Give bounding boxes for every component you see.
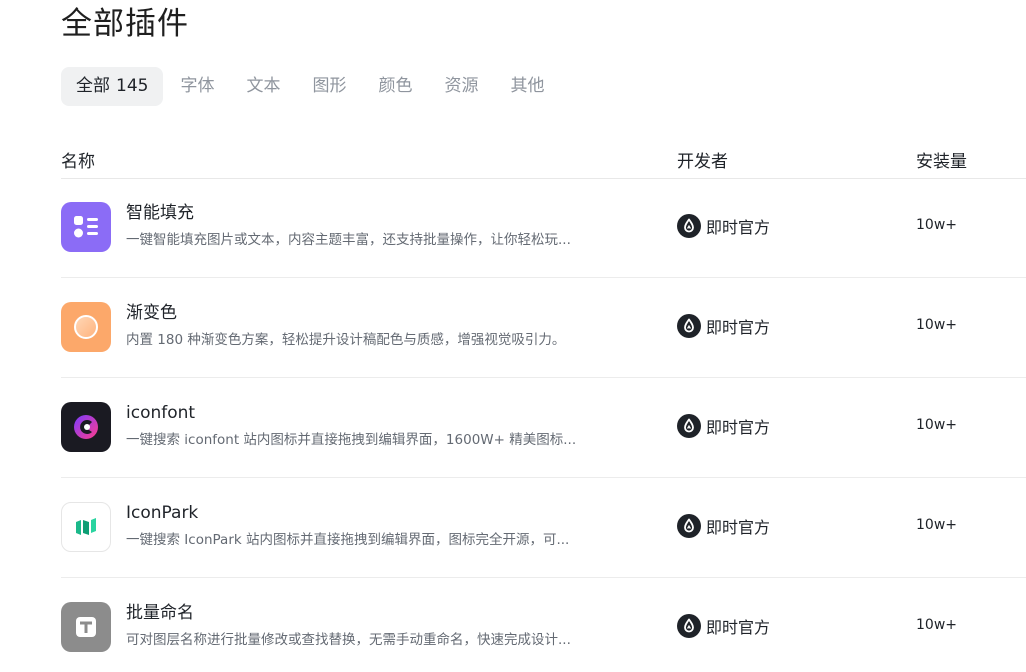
plugin-description: 可对图层名称进行批量修改或查找替换，无需手动重命名，快速完成设计... [126,632,571,648]
column-header-name: 名称 [61,152,95,172]
iconfont-icon [61,402,111,452]
smart-fill-icon [61,202,111,252]
tab-fonts[interactable]: 字体 [180,67,214,106]
category-tabs: 全部 145 字体 文本 图形 颜色 资源 其他 [61,67,576,106]
tab-text[interactable]: 文本 [246,67,280,106]
developer: 即时官方 [677,614,770,638]
tab-other[interactable]: 其他 [510,67,544,106]
install-count: 10w+ [916,517,957,533]
plugin-row[interactable]: 批量命名 可对图层名称进行批量修改或查找替换，无需手动重命名，快速完成设计...… [61,578,1026,672]
install-count: 10w+ [916,317,957,333]
plugin-description: 内置 180 种渐变色方案，轻松提升设计稿配色与质感，增强视觉吸引力。 [126,332,566,348]
plugin-name: 智能填充 [126,203,194,223]
developer-name: 即时官方 [706,518,771,537]
plugins-page: 全部插件 全部 145 字体 文本 图形 颜色 资源 其他 名称 开发者 安装量 [0,0,1026,672]
page-title: 全部插件 [61,6,189,42]
table-header: 名称 开发者 安装量 [61,138,1026,179]
column-header-developer: 开发者 [677,152,728,172]
developer: 即时官方 [677,414,770,438]
iconpark-icon [61,502,111,552]
plugin-row[interactable]: iconfont 一键搜索 iconfont 站内图标并直接拖拽到编辑界面，16… [61,378,1026,478]
install-count: 10w+ [916,617,957,633]
install-count: 10w+ [916,217,957,233]
developer: 即时官方 [677,214,770,238]
developer-logo-icon [677,414,701,438]
plugin-row[interactable]: IconPark 一键搜索 IconPark 站内图标并直接拖拽到编辑界面，图标… [61,478,1026,578]
plugin-description: 一键智能填充图片或文本，内容主题丰富，还支持批量操作，让你轻松玩... [126,232,571,248]
plugin-name: 渐变色 [126,303,177,323]
batch-rename-icon [61,602,111,652]
developer-name: 即时官方 [706,418,771,437]
tab-count: 145 [116,76,149,96]
developer-logo-icon [677,214,701,238]
tab-resources[interactable]: 资源 [444,67,478,106]
tab-label: 全部 [76,76,110,96]
gradient-icon [61,302,111,352]
plugin-description: 一键搜索 IconPark 站内图标并直接拖拽到编辑界面，图标完全开源，可... [126,532,570,548]
tab-all[interactable]: 全部 145 [61,67,164,106]
install-count: 10w+ [916,417,957,433]
developer-name: 即时官方 [706,618,771,637]
developer: 即时官方 [677,314,770,338]
developer-logo-icon [677,614,701,638]
developer: 即时官方 [677,514,770,538]
plugin-description: 一键搜索 iconfont 站内图标并直接拖拽到编辑界面，1600W+ 精美图标… [126,432,577,448]
tab-colors[interactable]: 颜色 [378,67,412,106]
tab-shapes[interactable]: 图形 [312,67,346,106]
developer-name: 即时官方 [706,218,771,237]
plugin-row[interactable]: 渐变色 内置 180 种渐变色方案，轻松提升设计稿配色与质感，增强视觉吸引力。 … [61,278,1026,378]
plugin-name: IconPark [126,503,199,523]
plugin-name: 批量命名 [126,603,194,623]
developer-logo-icon [677,514,701,538]
column-header-installs: 安装量 [916,152,967,172]
plugin-list: 智能填充 一键智能填充图片或文本，内容主题丰富，还支持批量操作，让你轻松玩...… [61,178,1026,672]
plugin-row[interactable]: 智能填充 一键智能填充图片或文本，内容主题丰富，还支持批量操作，让你轻松玩...… [61,178,1026,278]
developer-logo-icon [677,314,701,338]
plugin-name: iconfont [126,403,196,423]
developer-name: 即时官方 [706,318,771,337]
